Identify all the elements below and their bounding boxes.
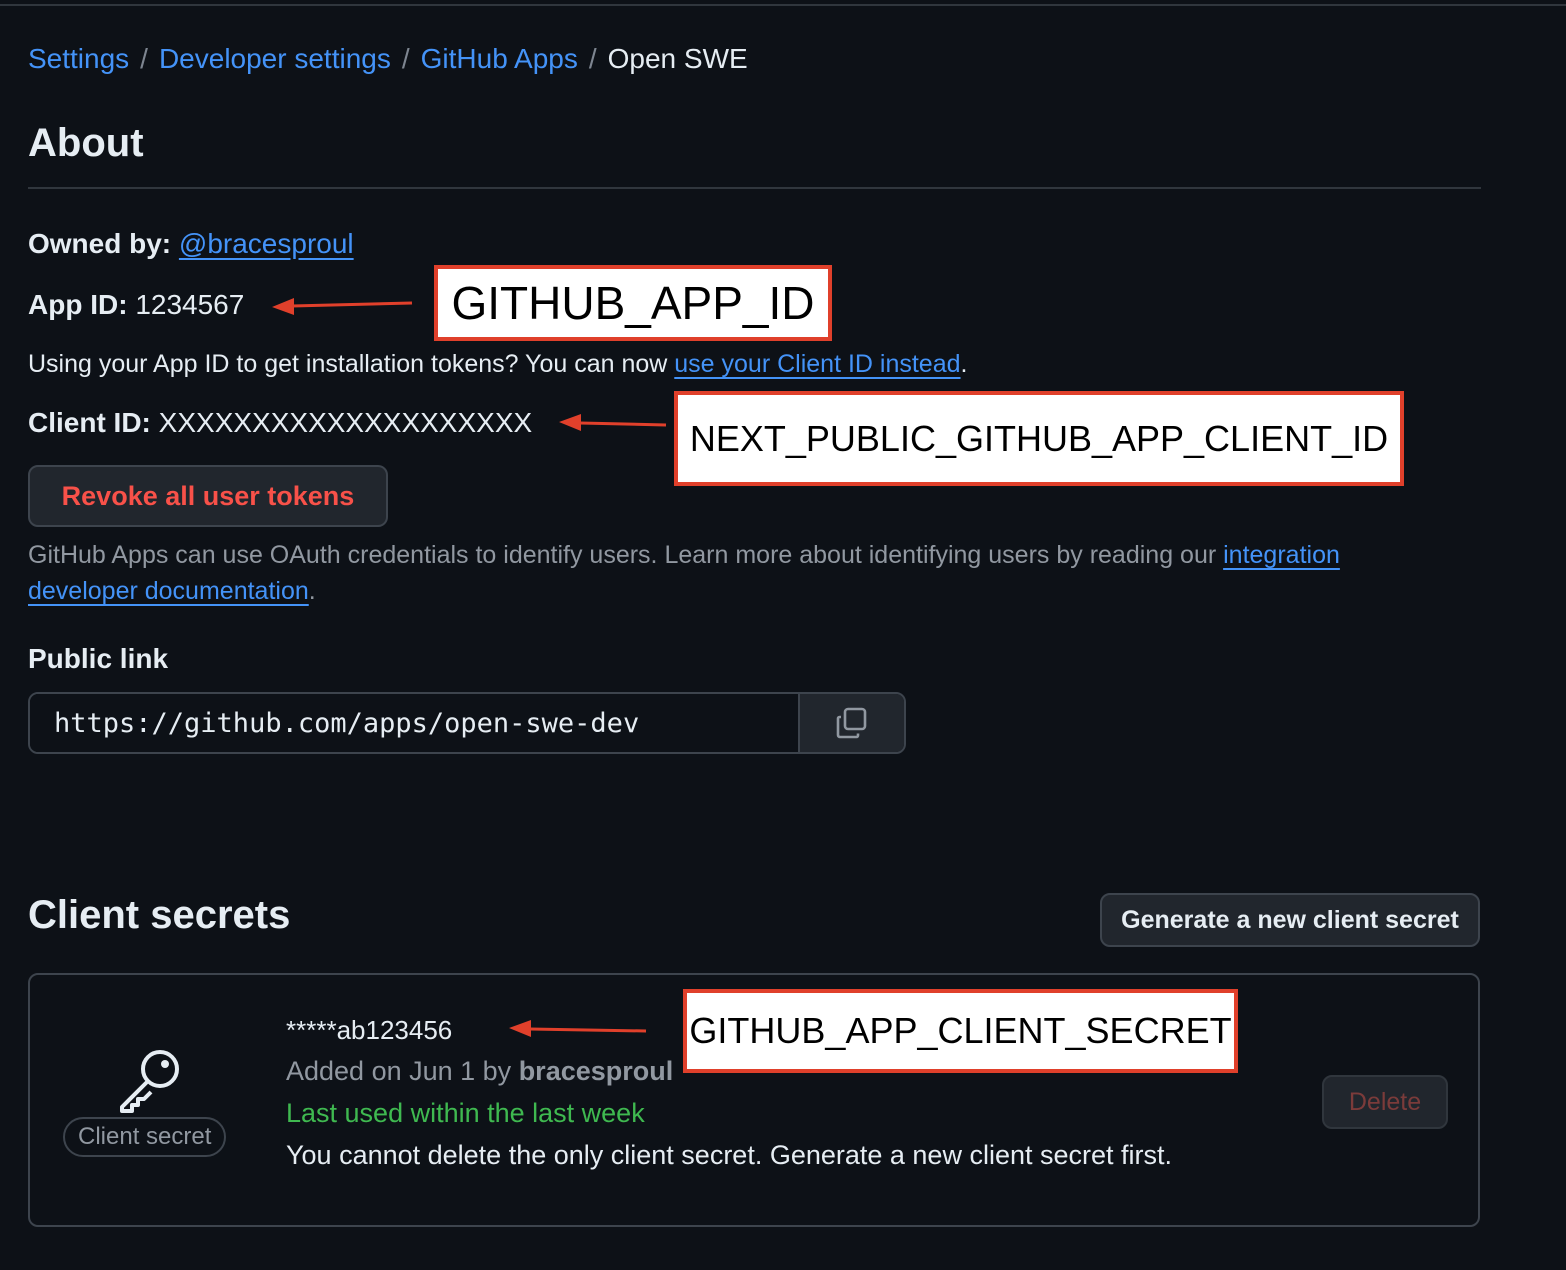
breadcrumb-settings[interactable]: Settings xyxy=(28,43,129,74)
annotation-arrow-client-id xyxy=(559,414,667,431)
owned-by-label: Owned by: xyxy=(28,228,172,259)
breadcrumb: Settings / Developer settings / GitHub Apps /… xyxy=(28,40,748,78)
client-secret-last-used: Last used within the last week xyxy=(286,1098,645,1128)
app-id-value: 1234567 xyxy=(135,289,245,320)
public-link-label: Public link xyxy=(28,643,169,674)
breadcrumb-current: Open SWE xyxy=(607,43,748,74)
client-secret-added: Added on Jun 1 by bracesproul xyxy=(286,1053,673,1089)
client-id-label: Client ID: xyxy=(28,407,151,438)
delete-secret-button[interactable]: Delete xyxy=(1322,1075,1448,1129)
client-id-hint-text: Using your App ID to get installation to… xyxy=(28,350,675,378)
client-secrets-heading: Client secrets xyxy=(28,893,291,937)
breadcrumb-separator: / xyxy=(588,43,597,74)
client-secret-value: *****ab123456 xyxy=(286,1015,453,1045)
public-link-input[interactable]: https://github.com/apps/open-swe-dev xyxy=(30,694,798,752)
annotation-arrow-app-id xyxy=(272,298,413,315)
annotation-app-id: GITHUB_APP_ID xyxy=(434,265,832,341)
oauth-description: GitHub Apps can use OAuth credentials to… xyxy=(28,537,1408,609)
breadcrumb-developer-settings[interactable]: Developer settings xyxy=(159,43,391,74)
client-id-hint-end: . xyxy=(960,350,968,378)
generate-client-secret-button[interactable]: Generate a new client secret xyxy=(1100,893,1480,947)
client-secret-added-by: bracesproul xyxy=(518,1056,674,1086)
breadcrumb-separator: / xyxy=(401,43,410,74)
annotation-client-id: NEXT_PUBLIC_GITHUB_APP_CLIENT_ID xyxy=(674,391,1404,486)
breadcrumb-separator: / xyxy=(140,43,148,74)
copy-icon xyxy=(836,707,867,739)
breadcrumb-github-apps[interactable]: GitHub Apps xyxy=(421,43,578,74)
revoke-user-tokens-button[interactable]: Revoke all user tokens xyxy=(28,465,388,527)
github-app-settings-page: Settings / Developer settings / GitHub Apps /… xyxy=(0,0,1566,1270)
client-id-row: Client ID: XXXXXXXXXXXXXXXXXXXX xyxy=(28,405,532,441)
app-id-row: App ID: 1234567 xyxy=(28,287,244,323)
top-border xyxy=(0,4,1566,6)
client-secret-note: You cannot delete the only client secret… xyxy=(286,1140,1173,1170)
owner-link[interactable]: @bracesproul xyxy=(179,228,354,259)
owned-by-row: Owned by: @bracesproul xyxy=(28,226,354,262)
key-icon xyxy=(120,1050,179,1113)
oauth-description-text: GitHub Apps can use OAuth credentials to… xyxy=(28,541,1224,569)
use-client-id-link[interactable]: use your Client ID instead xyxy=(674,350,960,378)
client-secret-added-text: Added on Jun 1 by xyxy=(286,1056,519,1086)
client-secret-badge: Client secret xyxy=(63,1117,227,1157)
oauth-description-end: . xyxy=(308,577,316,605)
client-id-value: XXXXXXXXXXXXXXXXXXXX xyxy=(158,407,533,438)
public-link-field: https://github.com/apps/open-swe-dev xyxy=(28,692,906,754)
client-id-hint: Using your App ID to get installation to… xyxy=(28,346,967,382)
copy-button[interactable] xyxy=(798,694,904,752)
annotation-client-secret: GITHUB_APP_CLIENT_SECRET xyxy=(683,989,1238,1073)
section-divider xyxy=(28,187,1481,189)
about-heading: About xyxy=(28,121,144,165)
app-id-label: App ID: xyxy=(28,289,128,320)
